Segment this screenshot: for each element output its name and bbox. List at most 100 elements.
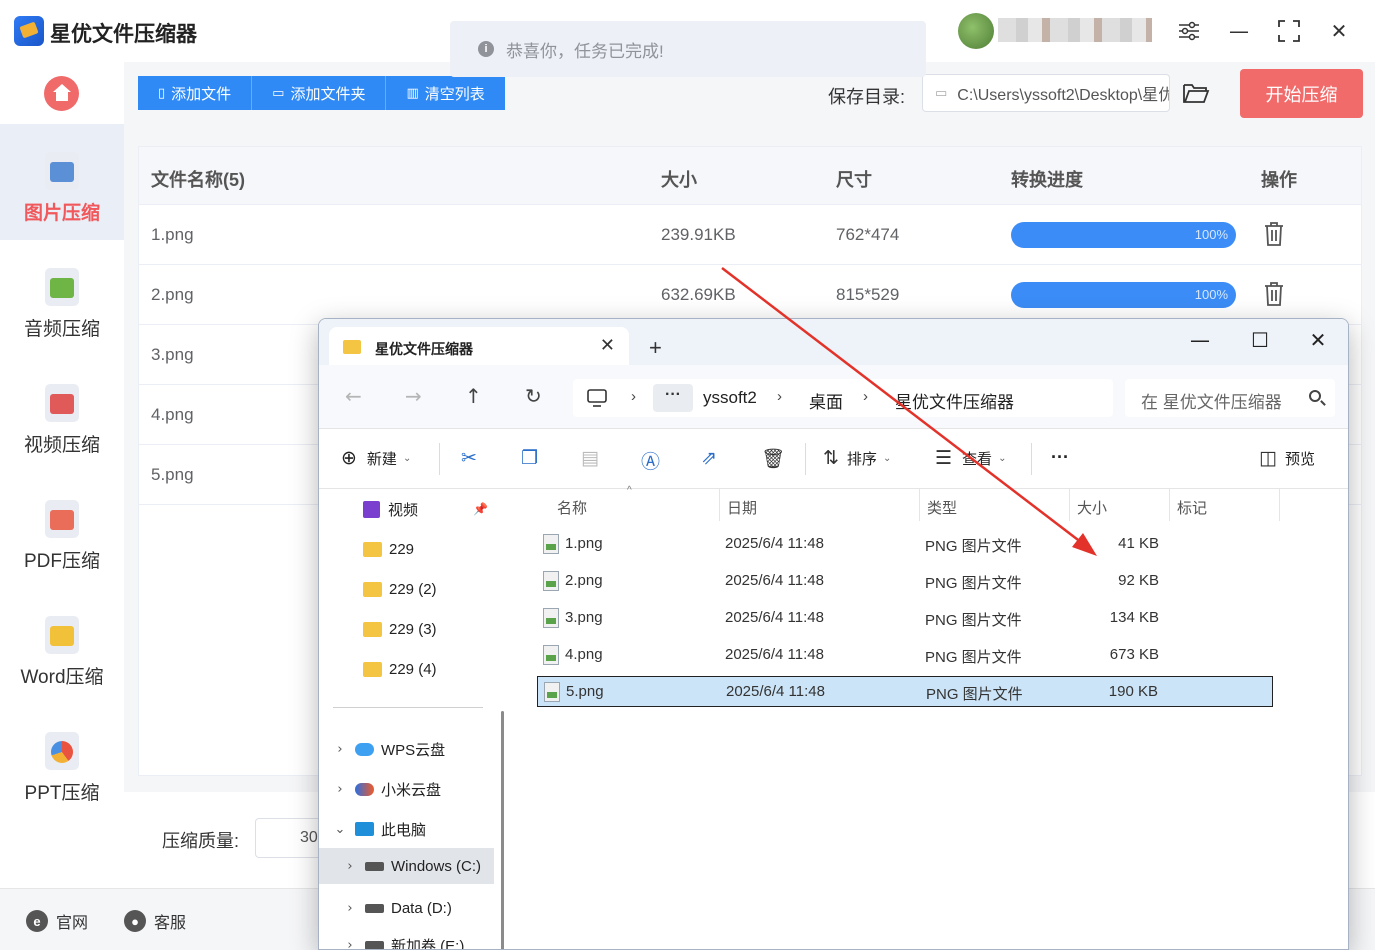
explorer-tab[interactable]: 星优文件压缩器 ✕ — [329, 327, 629, 365]
sidebar-item-pdf[interactable]: PDF压缩 — [0, 472, 124, 588]
tab-close-icon[interactable]: ✕ — [600, 335, 615, 356]
service-link[interactable]: ● 客服 — [124, 909, 186, 933]
copy-button[interactable]: ❐ — [521, 447, 538, 469]
drive-icon — [365, 940, 384, 949]
back-icon[interactable]: ← — [345, 384, 362, 408]
breadcrumb-item[interactable]: 星优文件压缩器 — [895, 388, 1014, 413]
add-file-button[interactable]: ▯ 添加文件 — [138, 76, 253, 110]
png-file-icon — [543, 571, 559, 591]
share-button[interactable]: ⇗ — [701, 447, 717, 469]
breadcrumb-more[interactable]: ··· — [653, 384, 693, 412]
sidebar-item-ppt[interactable]: PPT压缩 — [0, 704, 124, 820]
nav-item-drive-e[interactable]: › 新加卷 (E:) — [319, 927, 494, 950]
file-row-selected[interactable]: 5.png 2025/6/4 11:48 PNG 图片文件 190 KB — [537, 676, 1273, 707]
column-divider[interactable] — [1279, 489, 1280, 521]
save-dir-label: 保存目录: — [828, 87, 906, 107]
view-button[interactable]: ☰ 查看 ⌄ — [935, 447, 1006, 469]
add-folder-label: 添加文件夹 — [290, 85, 366, 103]
minimize-icon[interactable]: — — [1185, 325, 1215, 355]
add-folder-button[interactable]: ▭ 添加文件夹 — [252, 76, 387, 110]
folder-icon — [363, 581, 382, 597]
up-icon[interactable]: ↑ — [465, 384, 482, 408]
cut-button[interactable]: ✂ — [461, 447, 477, 469]
file-name: 3.png — [565, 609, 603, 626]
nav-item-folder[interactable]: 229 (2) — [319, 571, 494, 607]
nav-item-folder[interactable]: 229 (4) — [319, 651, 494, 687]
nav-item-drive-c[interactable]: › Windows (C:) — [319, 848, 494, 884]
folder-icon: ▭ — [272, 85, 285, 100]
divider — [1031, 443, 1032, 475]
quality-input[interactable]: 30 — [255, 818, 325, 858]
nav-item-mi-cloud[interactable]: › 小米云盘 — [319, 771, 494, 807]
nav-label: 小米云盘 — [381, 781, 442, 799]
column-divider[interactable] — [719, 489, 720, 521]
breadcrumb-item[interactable]: yssoft2 — [703, 388, 757, 408]
maximize-icon[interactable]: ☐ — [1245, 325, 1275, 355]
nav-item-wps-cloud[interactable]: › WPS云盘 — [319, 731, 494, 767]
file-row[interactable]: 2.png 2025/6/4 11:48 PNG 图片文件 92 KB — [537, 566, 1273, 597]
nav-item-folder[interactable]: 229 (3) — [319, 611, 494, 647]
nav-item-this-pc[interactable]: ⌄ 此电脑 — [319, 811, 494, 847]
sidebar-item-image[interactable]: 图片压缩 — [0, 124, 124, 240]
column-divider[interactable] — [1069, 489, 1070, 521]
new-tab-icon[interactable]: + — [649, 335, 662, 361]
settings-icon[interactable] — [1172, 14, 1206, 48]
file-type: PNG 图片文件 — [925, 612, 1022, 629]
scrollbar[interactable] — [501, 711, 504, 949]
table-row[interactable]: 1.png 239.91KB 762*474 100% — [139, 205, 1361, 265]
delete-button[interactable]: 🗑 — [761, 447, 785, 470]
search-input[interactable]: 在 星优文件压缩器 中搜索 — [1125, 379, 1335, 417]
chevron-down-icon: ⌄ — [882, 452, 892, 464]
new-button[interactable]: ⊕ 新建 ⌄ — [341, 447, 411, 469]
delete-icon[interactable] — [1263, 281, 1285, 307]
breadcrumb[interactable]: › ··· yssoft2 › 桌面 › 星优文件压缩器 — [573, 379, 1113, 417]
sort-button[interactable]: ⇅ 排序 ⌄ — [823, 447, 891, 469]
website-link[interactable]: e 官网 — [26, 909, 88, 933]
image-icon — [45, 152, 79, 190]
refresh-icon[interactable]: ↻ — [525, 384, 542, 408]
delete-icon[interactable] — [1263, 221, 1285, 247]
minimize-icon[interactable]: — — [1222, 14, 1256, 48]
start-compress-button[interactable]: 开始压缩 — [1240, 69, 1363, 118]
folder-icon — [363, 541, 382, 557]
table-row[interactable]: 2.png 632.69KB 815*529 100% — [139, 265, 1361, 325]
chevron-down-icon: ⌄ — [402, 452, 412, 464]
maximize-icon[interactable] — [1272, 14, 1306, 48]
nav-item-folder[interactable]: 229 — [319, 531, 494, 567]
chevron-right-icon: › — [347, 900, 353, 916]
sidebar-item-video[interactable]: 视频压缩 — [0, 356, 124, 472]
success-toast: i 恭喜你，任务已完成! — [450, 21, 926, 77]
pdf-icon — [45, 500, 79, 538]
close-icon[interactable]: ✕ — [1303, 325, 1333, 355]
breadcrumb-item[interactable]: 桌面 — [809, 388, 843, 413]
column-header-type[interactable]: 类型 — [927, 497, 957, 518]
close-icon[interactable]: ✕ — [1322, 14, 1356, 48]
file-icon: ▯ — [158, 85, 166, 100]
forward-icon[interactable]: → — [405, 384, 422, 408]
column-header-date[interactable]: 日期 — [727, 497, 757, 518]
view-icon: ☰ — [935, 447, 953, 469]
nav-item-drive-d[interactable]: › Data (D:) — [319, 890, 494, 926]
column-header-name[interactable]: 名称 — [557, 497, 587, 518]
save-dir-input[interactable]: ▭ C:\Users\yssoft2\Desktop\星优文件压缩器 — [922, 74, 1170, 112]
column-header-tag[interactable]: 标记 — [1177, 497, 1207, 518]
column-divider[interactable] — [919, 489, 920, 521]
preview-button[interactable]: ◫ 预览 — [1259, 447, 1315, 469]
file-row[interactable]: 3.png 2025/6/4 11:48 PNG 图片文件 134 KB — [537, 603, 1273, 634]
rename-button[interactable]: Ⓐ — [641, 447, 660, 474]
column-header-size[interactable]: 大小 — [1077, 497, 1107, 518]
home-icon[interactable] — [44, 76, 79, 111]
sidebar-item-word[interactable]: Word压缩 — [0, 588, 124, 704]
user-name-blurred — [998, 18, 1152, 42]
nav-label: 新加卷 (E:) — [391, 937, 465, 950]
file-row[interactable]: 4.png 2025/6/4 11:48 PNG 图片文件 673 KB — [537, 640, 1273, 671]
clear-list-button[interactable]: ▥ 清空列表 — [386, 76, 505, 110]
sidebar-item-audio[interactable]: 音频压缩 — [0, 240, 124, 356]
nav-item-video[interactable]: 视频 📌 — [319, 491, 494, 527]
column-divider[interactable] — [1169, 489, 1170, 521]
open-folder-icon[interactable] — [1182, 82, 1210, 104]
user-avatar[interactable] — [958, 13, 994, 49]
more-button[interactable]: ··· — [1051, 447, 1069, 468]
paste-button[interactable]: ▤ — [581, 447, 599, 469]
file-row[interactable]: 1.png 2025/6/4 11:48 PNG 图片文件 41 KB — [537, 529, 1273, 560]
